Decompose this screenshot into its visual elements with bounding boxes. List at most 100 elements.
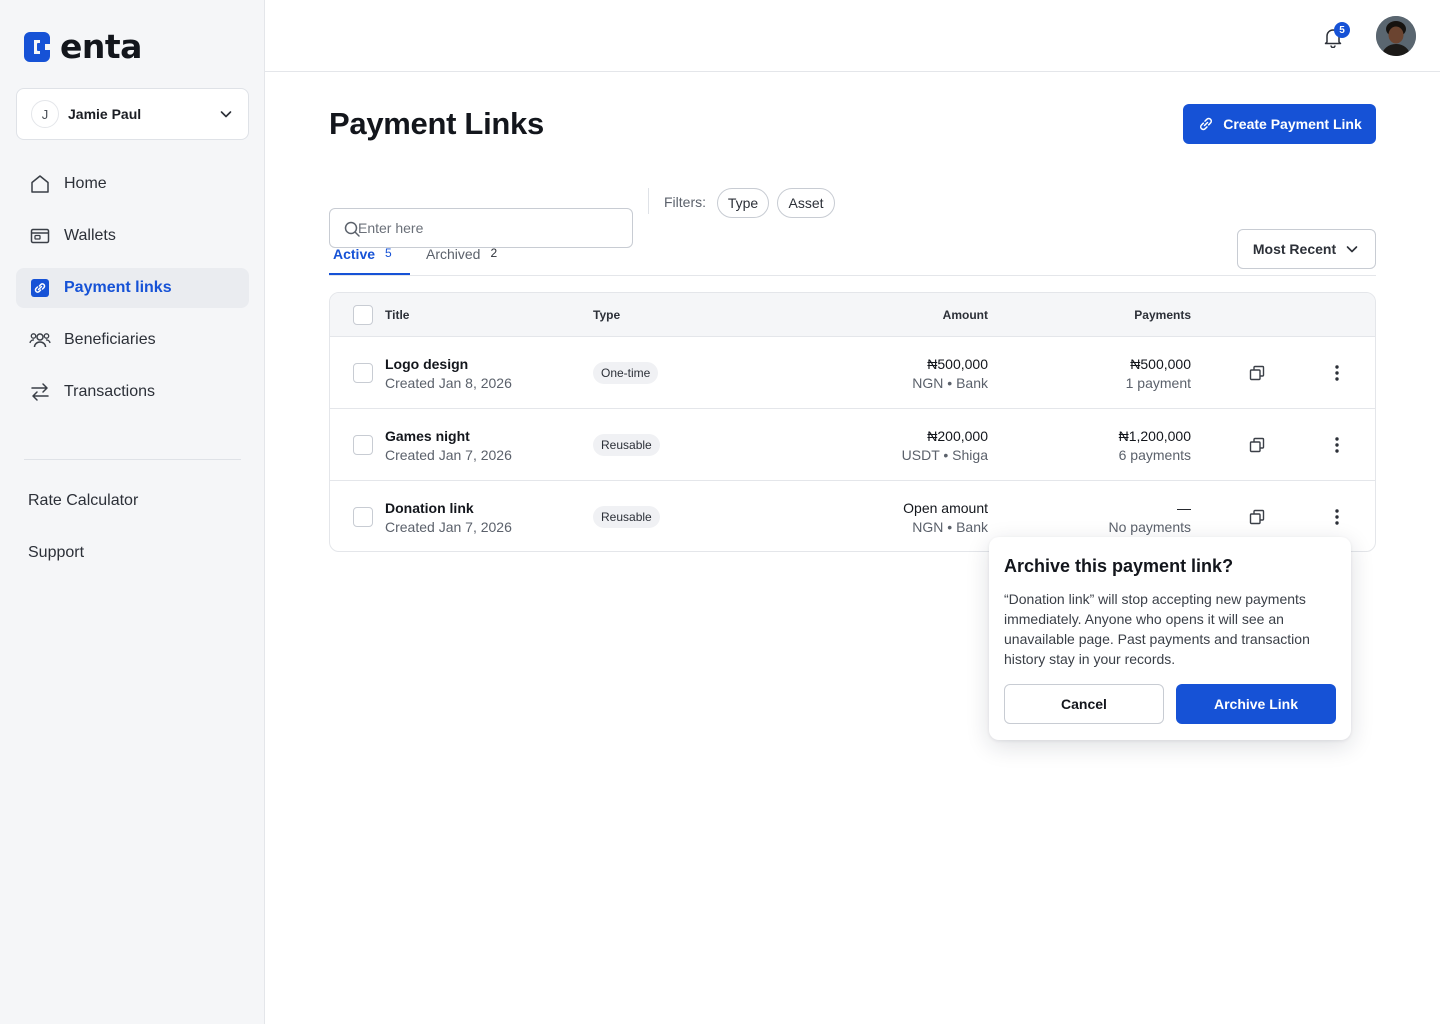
link-created-date: Created Jan 7, 2026 [385, 447, 512, 463]
filter-divider [648, 188, 649, 214]
type-badge: One-time [593, 362, 659, 384]
arrows-icon [31, 383, 49, 401]
archive-confirm-popover: Archive this payment link? “Donation lin… [989, 537, 1351, 740]
tab-count: 5 [385, 246, 392, 260]
archive-link-button[interactable]: Archive Link [1176, 684, 1336, 724]
column-header-title: Title [385, 308, 410, 322]
payments-count: No payments [1108, 519, 1191, 535]
cancel-button[interactable]: Cancel [1004, 684, 1164, 724]
copy-icon[interactable] [1248, 364, 1266, 382]
wallet-icon [30, 228, 50, 244]
link-icon [31, 279, 49, 297]
active-tab-indicator [329, 273, 410, 275]
sidebar-item-payment-links[interactable]: Payment links [16, 268, 249, 308]
tab-count: 2 [490, 246, 498, 260]
sidebar-divider [24, 459, 241, 460]
amount-currency-method: NGN • Bank [912, 519, 988, 535]
cell-amount: Open amount NGN • Bank [903, 499, 988, 537]
amount-value: Open amount [903, 500, 988, 516]
sidebar-item-wallets[interactable]: Wallets [16, 216, 249, 256]
column-header-amount: Amount [942, 308, 988, 322]
link-title: Donation link [385, 500, 474, 516]
copy-icon[interactable] [1248, 436, 1266, 454]
amount-currency-method: USDT • Shiga [901, 447, 988, 463]
payments-total: ₦1,200,000 [1118, 428, 1191, 444]
more-vertical-icon[interactable] [1327, 435, 1347, 455]
account-name: Jamie Paul [68, 106, 142, 122]
sidebar-item-beneficiaries[interactable]: Beneficiaries [16, 320, 249, 360]
create-payment-link-button[interactable]: Create Payment Link [1183, 104, 1376, 144]
row-checkbox[interactable] [353, 435, 373, 455]
sidebar-item-label: Payment links [64, 279, 172, 296]
cell-title: Logo design Created Jan 8, 2026 [385, 355, 512, 393]
copy-icon[interactable] [1248, 508, 1266, 526]
account-avatar: J [31, 100, 59, 128]
logo-text: enta [60, 27, 142, 66]
amount-value: ₦200,000 [927, 428, 988, 444]
filter-chip-asset[interactable]: Asset [777, 188, 835, 218]
cell-payments: ₦500,000 1 payment [1126, 355, 1191, 393]
more-vertical-icon[interactable] [1327, 363, 1347, 383]
cell-payments: — No payments [1109, 499, 1191, 537]
search-input[interactable] [344, 220, 632, 236]
row-checkbox[interactable] [353, 363, 373, 383]
sidebar-item-label: Home [64, 175, 107, 192]
logo[interactable]: enta [24, 30, 142, 64]
chevron-down-icon [220, 111, 232, 118]
type-badge: Reusable [593, 506, 660, 528]
type-badge: Reusable [593, 434, 660, 456]
row-checkbox[interactable] [353, 507, 373, 527]
payments-count: 6 payments [1118, 447, 1191, 463]
filter-chip-type[interactable]: Type [717, 188, 769, 218]
column-header-payments: Payments [1134, 308, 1191, 322]
link-icon [1200, 117, 1213, 131]
link-title: Logo design [385, 356, 469, 372]
payments-count: 1 payment [1125, 375, 1191, 391]
more-vertical-icon[interactable] [1327, 507, 1347, 527]
sidebar-item-rate-calculator[interactable]: Rate Calculator [28, 492, 138, 516]
amount-value: ₦500,000 [927, 356, 988, 372]
tab-archived[interactable]: Archived 2 [426, 246, 497, 276]
sort-dropdown[interactable]: Most Recent [1237, 229, 1376, 269]
column-header-type: Type [593, 308, 621, 322]
popover-title: Archive this payment link? [1004, 556, 1234, 576]
profile-avatar[interactable] [1376, 16, 1416, 56]
create-payment-link-label: Create Payment Link [1223, 116, 1362, 132]
sidebar-secondary-nav: Rate Calculator Support [28, 492, 138, 596]
avatar-image [1376, 16, 1416, 56]
tab-label: Active [333, 246, 376, 262]
topbar: 5 [265, 0, 1440, 72]
cell-payments: ₦1,200,000 6 payments [1119, 427, 1191, 465]
payments-total: ₦500,000 [1130, 356, 1191, 372]
sort-label: Most Recent [1252, 241, 1337, 257]
cell-amount: ₦500,000 NGN • Bank [912, 355, 988, 393]
page-title: Payment Links [329, 106, 544, 141]
table-row[interactable]: Games night Created Jan 7, 2026 Reusable… [330, 409, 1375, 481]
payment-links-table: Title Type Amount Payments Logo design C… [329, 292, 1376, 552]
cell-title: Donation link Created Jan 7, 2026 [385, 499, 512, 537]
filters-label: Filters: [664, 194, 706, 210]
sidebar: enta J Jamie Paul Home Wallets Payment l… [0, 0, 265, 1024]
link-created-date: Created Jan 8, 2026 [385, 375, 512, 391]
cell-title: Games night Created Jan 7, 2026 [385, 427, 512, 465]
select-all-checkbox[interactable] [353, 305, 373, 325]
account-switcher[interactable]: J Jamie Paul [16, 88, 249, 140]
sidebar-item-label: Transactions [64, 383, 155, 400]
table-row[interactable]: Logo design Created Jan 8, 2026 One-time… [330, 337, 1375, 409]
chevron-down-icon [1346, 246, 1358, 253]
sidebar-item-label: Beneficiaries [64, 331, 156, 348]
tab-active[interactable]: Active 5 [333, 246, 392, 276]
cell-amount: ₦200,000 USDT • Shiga [902, 427, 988, 465]
users-icon [29, 333, 51, 348]
amount-currency-method: NGN • Bank [912, 375, 988, 391]
sidebar-item-support[interactable]: Support [28, 544, 138, 568]
tab-label: Archived [426, 246, 481, 262]
sidebar-nav: Home Wallets Payment links Beneficiaries… [16, 164, 249, 424]
sidebar-item-transactions[interactable]: Transactions [16, 372, 249, 412]
enta-logo-icon [24, 32, 50, 62]
sidebar-item-home[interactable]: Home [16, 164, 249, 204]
home-icon [31, 175, 49, 193]
payments-total: — [1177, 500, 1191, 516]
link-created-date: Created Jan 7, 2026 [385, 519, 512, 535]
tabs: Active 5 Archived 2 [329, 240, 1376, 276]
